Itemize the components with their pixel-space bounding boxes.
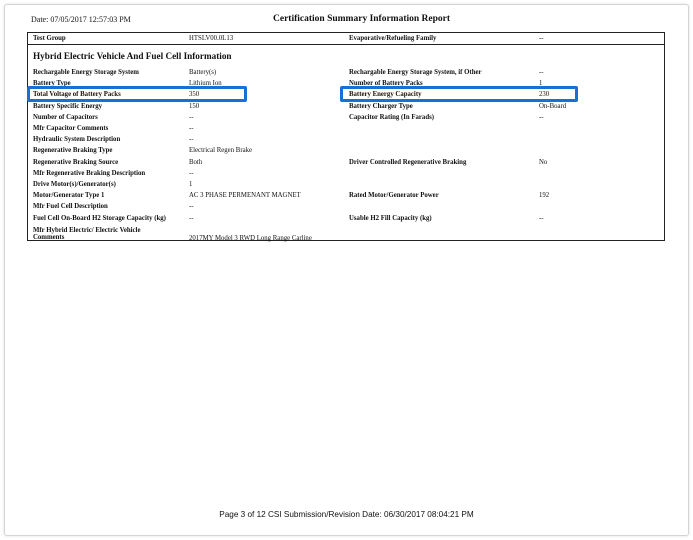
field-value: -- [189, 125, 194, 132]
report-date: Date: 07/05/2017 12:57:03 PM [31, 15, 131, 24]
report-title: Certification Summary Information Report [273, 14, 451, 24]
evap-family-value: -- [539, 35, 544, 42]
page-footer: Page 3 of 12 CSI Submission/Revision Dat… [219, 510, 474, 519]
field-label: Mfr Fuel Cell Description [33, 203, 108, 211]
section-title: Hybrid Electric Vehicle And Fuel Cell In… [33, 51, 232, 61]
field-label-right: Driver Controlled Regenerative Braking [349, 158, 467, 166]
evap-family-label: Evaporative/Refueling Family [349, 35, 437, 42]
field-label: Mfr Regenerative Braking Description [33, 169, 146, 177]
comments-label-line2: Comments [33, 234, 65, 241]
field-value: Both [189, 158, 203, 166]
field-value-right: -- [539, 214, 544, 222]
field-value: -- [189, 203, 194, 211]
field-value: Battery(s) [189, 69, 217, 76]
field-label: Fuel Cell On-Board H2 Storage Capacity (… [33, 214, 166, 222]
field-label: Drive Motor(s)/Generator(s) [33, 181, 116, 188]
report-table: Test Group HTSLV00.0L13 Evaporative/Refu… [27, 32, 665, 242]
field-value: 1 [189, 181, 193, 188]
field-value: Electrical Regen Brake [189, 147, 253, 155]
field-value-right: No [539, 158, 548, 166]
field-label-right: Usable H2 Fill Capacity (kg) [349, 214, 432, 222]
field-label-right: Capacitor Rating (In Farads) [349, 113, 435, 121]
highlight-total-voltage [27, 86, 247, 102]
field-label: Battery Specific Energy [33, 102, 103, 110]
field-value: -- [189, 136, 194, 144]
field-label: Regenerative Braking Source [33, 158, 119, 166]
field-label-right: Rated Motor/Generator Power [349, 192, 439, 200]
field-value-right: 192 [539, 192, 550, 200]
field-value-right: -- [539, 113, 544, 121]
field-value: -- [189, 113, 194, 121]
field-label-right: Battery Charger Type [349, 102, 413, 110]
field-value-right: On-Board [539, 102, 567, 110]
test-group-row: Test Group HTSLV00.0L13 Evaporative/Refu… [28, 33, 664, 45]
test-group-value: HTSLV00.0L13 [189, 35, 234, 42]
test-group-label: Test Group [33, 35, 66, 42]
field-value: -- [189, 169, 194, 177]
field-label: Motor/Generator Type 1 [33, 192, 105, 200]
field-value: AC 3 PHASE PERMENANT MAGNET [189, 192, 301, 200]
field-label: Rechargable Energy Storage System [33, 69, 139, 76]
highlight-battery-capacity [340, 86, 578, 102]
comments-value: 2017MY Model 3 RWD Long Range Carline [189, 235, 312, 242]
field-label-right: Rechargable Energy Storage System, if Ot… [349, 69, 482, 76]
field-label: Regenerative Braking Type [33, 147, 113, 155]
field-value: 150 [189, 102, 200, 110]
field-value: -- [189, 214, 194, 222]
field-label: Hydraulic System Description [33, 136, 121, 144]
field-label: Mfr Capacitor Comments [33, 125, 109, 132]
field-value-right: -- [539, 69, 544, 76]
field-label: Number of Capacitors [33, 113, 98, 121]
